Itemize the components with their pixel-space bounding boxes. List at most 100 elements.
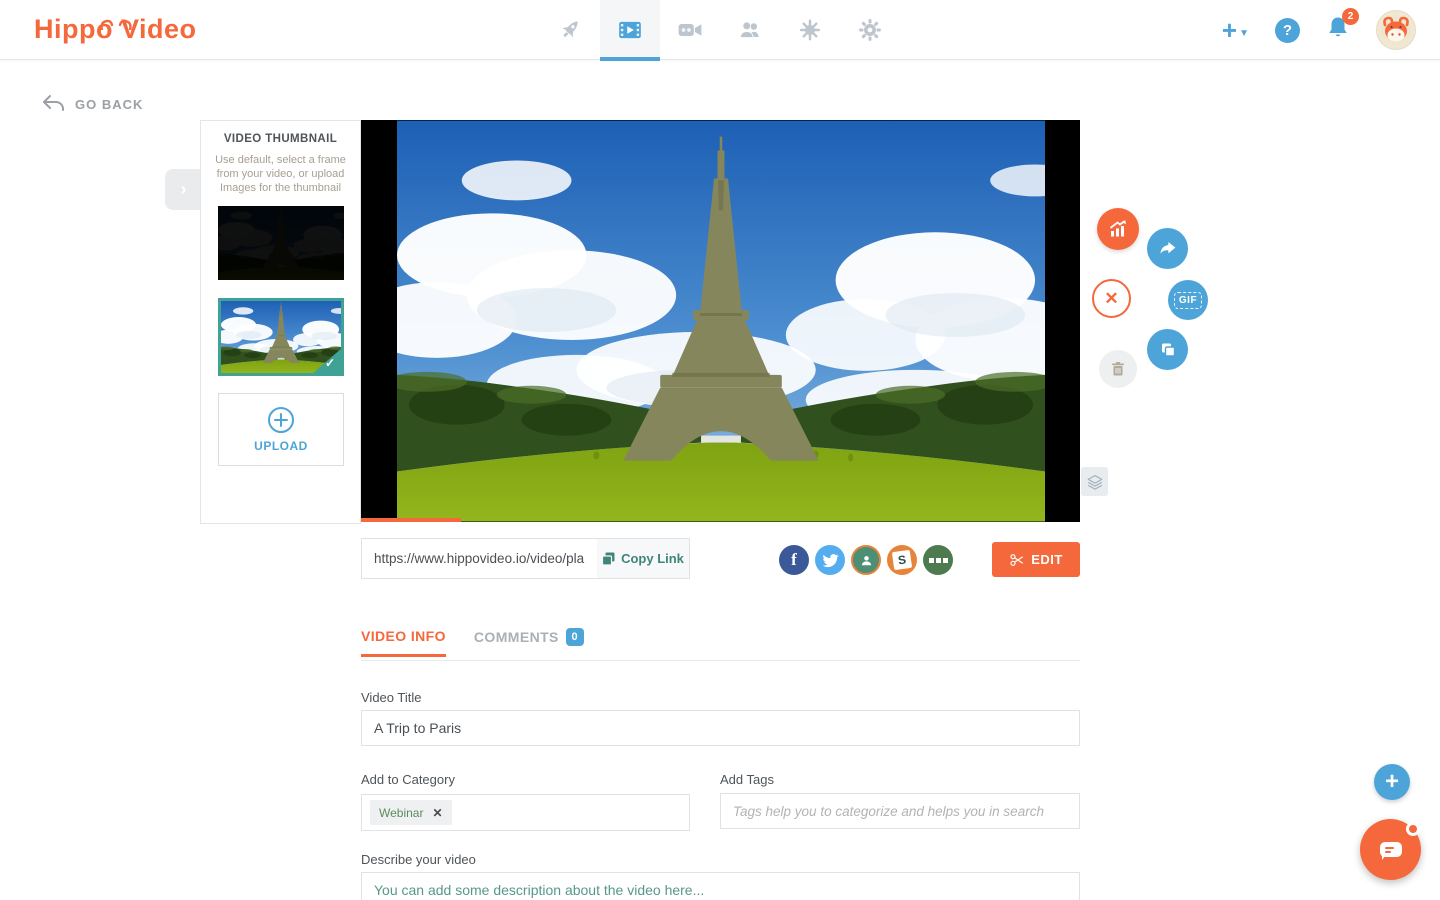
film-play-icon [617, 17, 643, 43]
integrations-icon [797, 17, 823, 43]
plus-icon: + [1385, 768, 1399, 796]
description-textarea[interactable]: You can add some description about the v… [361, 872, 1080, 900]
notification-badge: 2 [1342, 8, 1359, 25]
notifications-button[interactable]: 2 [1326, 15, 1350, 46]
video-camera-icon [677, 17, 703, 43]
nav-video-library[interactable] [600, 0, 660, 60]
more-share-icon[interactable] [923, 545, 953, 575]
close-x-icon: ✕ [1104, 289, 1118, 309]
chat-notification-dot [1406, 822, 1420, 836]
gif-label: GIF [1174, 292, 1202, 309]
user-avatar[interactable] [1376, 10, 1416, 50]
nav-record-camera[interactable] [660, 0, 720, 60]
comments-label: COMMENTS [474, 629, 559, 645]
facebook-share-icon[interactable]: f [779, 545, 809, 575]
category-label: Add to Category [361, 772, 455, 787]
category-input-box[interactable]: Webinar ✕ [361, 794, 690, 831]
question-icon: ? [1283, 22, 1292, 39]
layers-toggle-button[interactable] [1081, 467, 1108, 496]
video-player[interactable] [361, 120, 1080, 522]
nav-rocket-launch[interactable] [540, 0, 600, 60]
chat-bubble-icon [1377, 838, 1405, 862]
chip-remove-icon[interactable]: ✕ [432, 806, 442, 820]
edit-video-button[interactable]: EDIT [992, 542, 1080, 577]
video-thumbnail-panel: VIDEO THUMBNAIL Use default, select a fr… [200, 120, 361, 524]
check-icon: ✓ [325, 356, 335, 370]
layers-icon [1086, 473, 1104, 491]
hippo-video-logo[interactable]: Hippo Video [34, 14, 197, 45]
thumbnail-panel-description: Use default, select a frame from your vi… [211, 153, 350, 195]
add-fab-button[interactable]: + [1374, 764, 1410, 800]
header-right-actions: + ▼ ? 2 [1222, 0, 1416, 60]
dark-frame-preview [218, 206, 344, 280]
rocket-icon [557, 17, 583, 43]
detail-tabs: VIDEO INFO COMMENTS 0 [361, 628, 1080, 661]
dot [929, 558, 934, 563]
thumbnail-option-selected[interactable]: ✓ [218, 298, 344, 376]
chevron-right-icon: › [181, 179, 187, 200]
video-title-input[interactable] [361, 710, 1080, 746]
hippo-ears-icon [98, 18, 134, 30]
analytics-icon [1107, 218, 1129, 240]
tags-label: Add Tags [720, 772, 774, 787]
edit-label: EDIT [1031, 552, 1063, 567]
copy-icon [1158, 340, 1178, 360]
plus-icon: + [1222, 15, 1237, 46]
nav-integrations[interactable] [780, 0, 840, 60]
scissors-icon [1009, 552, 1025, 568]
delete-button[interactable] [1099, 350, 1137, 388]
share-button[interactable] [1147, 228, 1188, 269]
tags-input[interactable] [720, 793, 1080, 829]
create-new-dropdown[interactable]: + ▼ [1222, 15, 1249, 46]
category-chip-webinar: Webinar ✕ [370, 800, 452, 825]
twitter-bird [822, 552, 839, 569]
video-info-label: VIDEO INFO [361, 628, 446, 644]
skype-s: S [892, 550, 912, 570]
facebook-f: f [791, 550, 797, 570]
selected-check-corner: ✓ [312, 348, 342, 374]
tab-video-info[interactable]: VIDEO INFO [361, 628, 446, 656]
users-icon [737, 17, 763, 43]
duplicate-button[interactable] [1147, 329, 1188, 370]
chip-label: Webinar [379, 806, 423, 820]
hippo-video-app: Hippo Video [0, 0, 1440, 900]
skype-share-icon[interactable]: S [887, 545, 917, 575]
analytics-button[interactable] [1097, 208, 1139, 250]
dot [936, 558, 941, 563]
help-button[interactable]: ? [1275, 18, 1300, 43]
share-arrow-icon [1157, 238, 1178, 259]
plus-circle-icon [267, 406, 295, 434]
comments-count-badge: 0 [566, 628, 584, 646]
thumbnail-option-dark[interactable] [218, 206, 344, 280]
person-icon [859, 553, 874, 568]
copy-link-icon [602, 552, 616, 566]
contact-share-icon[interactable] [851, 545, 881, 575]
panel-collapse-toggle[interactable]: › [165, 169, 202, 210]
nav-teams[interactable] [720, 0, 780, 60]
go-back-label: GO BACK [75, 97, 143, 112]
caret-down-icon: ▼ [1239, 28, 1249, 39]
create-gif-button[interactable]: GIF [1168, 280, 1208, 320]
top-navbar: Hippo Video [0, 0, 1440, 60]
back-arrow-icon [40, 94, 66, 114]
trash-icon [1109, 360, 1127, 378]
video-progress-bar[interactable] [361, 518, 461, 522]
social-share-row: f S [779, 545, 953, 575]
description-label: Describe your video [361, 852, 476, 867]
twitter-share-icon[interactable] [815, 545, 845, 575]
thumbnail-panel-title: VIDEO THUMBNAIL [201, 133, 360, 145]
dot [943, 558, 948, 563]
gear-icon [857, 17, 883, 43]
main-nav [540, 0, 900, 60]
upload-thumbnail-button[interactable]: UPLOAD [218, 393, 344, 466]
upload-label: UPLOAD [254, 439, 308, 453]
eiffel-tower-frame [397, 120, 1045, 522]
copy-link-label: Copy Link [621, 551, 684, 566]
go-back-button[interactable]: GO BACK [40, 94, 143, 114]
video-url-input[interactable] [361, 538, 598, 579]
nav-settings[interactable] [840, 0, 900, 60]
tab-comments[interactable]: COMMENTS 0 [474, 628, 584, 658]
hippo-avatar-icon [1379, 15, 1413, 45]
close-button[interactable]: ✕ [1092, 279, 1131, 318]
copy-link-button[interactable]: Copy Link [597, 538, 690, 579]
